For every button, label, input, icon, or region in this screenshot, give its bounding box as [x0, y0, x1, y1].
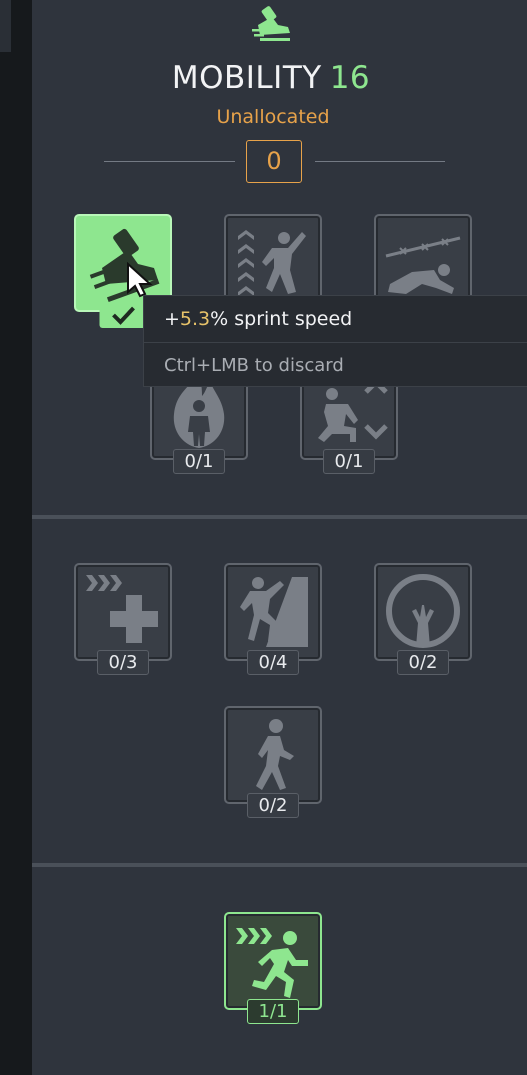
- skill-climb[interactable]: 0/4: [224, 563, 322, 675]
- barbed-wire-crawl-icon: [385, 236, 461, 294]
- tooltip-effect: +5.3% sprint speed: [164, 308, 352, 330]
- fast-runner-icon: [236, 928, 308, 998]
- skill-holdout[interactable]: 0/2: [374, 563, 472, 675]
- skill-rank: 0/2: [397, 650, 449, 675]
- skill-rank: 1/1: [247, 999, 299, 1024]
- mouse-cursor-icon: [126, 261, 156, 298]
- side-tab[interactable]: [0, 0, 11, 52]
- skill-fast-heal[interactable]: 0/3: [74, 563, 172, 675]
- tree-level: 16: [329, 60, 371, 96]
- tooltip-value: 5.3: [179, 308, 211, 330]
- skill-runner[interactable]: 1/1: [224, 912, 322, 1024]
- tooltip-prefix: +: [164, 308, 180, 330]
- skill-rank: 0/1: [173, 449, 225, 474]
- tier-divider: [32, 863, 527, 867]
- unallocated-label: Unallocated: [216, 106, 330, 128]
- tree-name: MOBILITY: [171, 60, 322, 96]
- unlocked-check-badge: [99, 302, 147, 328]
- tier-divider: [32, 515, 527, 519]
- skill-walk[interactable]: 0/2: [224, 706, 322, 818]
- fast-heal-cross-icon: [86, 575, 158, 643]
- walking-person-icon: [256, 719, 294, 790]
- skill-rank: 0/3: [97, 650, 149, 675]
- sprint-shoe-icon: [252, 6, 290, 41]
- tooltip-suffix: % sprint speed: [210, 308, 353, 330]
- left-side-strip: [0, 0, 32, 1075]
- skill-rank: 0/4: [247, 650, 299, 675]
- skill-rank: 0/1: [323, 449, 375, 474]
- header-divider-left: [104, 161, 235, 162]
- tree-circle-icon: [386, 574, 460, 648]
- climbing-icon: [240, 577, 308, 647]
- tooltip-separator: [144, 342, 527, 343]
- tooltip-hint: Ctrl+LMB to discard: [164, 355, 344, 376]
- tree-title: MOBILITY 16: [0, 60, 527, 96]
- unallocated-points: 0: [246, 140, 302, 183]
- header-divider-right: [315, 161, 445, 162]
- skill-tooltip: +5.3% sprint speed Ctrl+LMB to discard: [143, 295, 527, 387]
- checkmark-icon: [112, 306, 135, 325]
- skill-rank: 0/2: [247, 793, 299, 818]
- jump-chevrons-icon: [238, 230, 306, 296]
